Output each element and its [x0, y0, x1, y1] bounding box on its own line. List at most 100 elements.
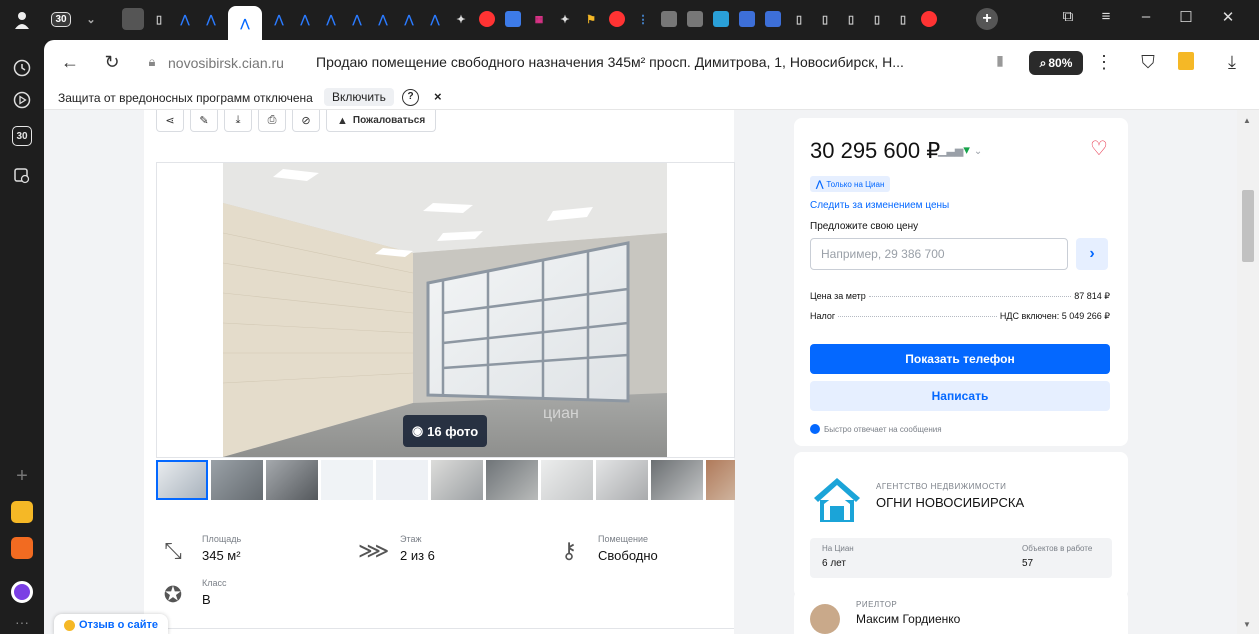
submit-offer-button[interactable]: ›: [1076, 238, 1108, 270]
tab-cian-2[interactable]: ⋀: [200, 8, 222, 30]
tab-cian-7[interactable]: ⋀: [372, 8, 394, 30]
minimize-icon[interactable]: –: [1134, 8, 1158, 25]
page-title[interactable]: Продаю помещение свободного назначения 3…: [316, 54, 966, 70]
follow-price-link[interactable]: Следить за изменением цены: [810, 200, 949, 211]
tab-counter-button[interactable]: 30: [50, 8, 72, 30]
profile-icon[interactable]: [10, 8, 34, 32]
tab-yandex-2[interactable]: [606, 8, 628, 30]
tab-camera-3[interactable]: [710, 8, 732, 30]
avatar[interactable]: [810, 604, 840, 634]
tab-mail-2[interactable]: [762, 8, 784, 30]
tab-cian-8[interactable]: ⋀: [398, 8, 420, 30]
close-infobar-icon[interactable]: ×: [434, 89, 442, 104]
tab-award[interactable]: ⚑: [580, 8, 602, 30]
tab-sparkle-2[interactable]: ✦: [554, 8, 576, 30]
tab-site[interactable]: [122, 8, 144, 30]
enable-protection-button[interactable]: Включить: [324, 88, 394, 106]
thumbnail[interactable]: [541, 460, 593, 500]
close-window-icon[interactable]: ✕: [1216, 8, 1240, 26]
tab-yandex-1[interactable]: [476, 8, 498, 30]
thumbnail[interactable]: [596, 460, 648, 500]
tab-cian-3[interactable]: ⋀: [268, 8, 290, 30]
tab-page-4[interactable]: ▯: [840, 8, 862, 30]
tab-page-3[interactable]: ▯: [814, 8, 836, 30]
thumbnail[interactable]: [651, 460, 703, 500]
tab-camera-1[interactable]: [658, 8, 680, 30]
chevron-down-icon[interactable]: ⌄: [80, 8, 102, 30]
new-tab-button[interactable]: +: [976, 8, 998, 30]
photo-gallery[interactable]: циан ◉ 16 фото: [156, 162, 735, 458]
share-button[interactable]: ⋖: [156, 110, 184, 132]
scrollbar-thumb[interactable]: [1242, 190, 1254, 262]
tab-camera-2[interactable]: [684, 8, 706, 30]
realtor-card[interactable]: РИЕЛТОР Максим Гордиенко: [794, 590, 1128, 634]
tab-page-6[interactable]: ▯: [892, 8, 914, 30]
play-icon[interactable]: [10, 88, 34, 112]
complain-button[interactable]: ▲ Пожаловаться: [326, 110, 437, 132]
print-button[interactable]: ⎙: [258, 110, 286, 132]
menu-icon[interactable]: ≡: [1094, 8, 1118, 25]
favorite-icon[interactable]: ♡: [1090, 136, 1108, 161]
tab-ozon[interactable]: ▦: [528, 8, 550, 30]
review-site-button[interactable]: Отзыв о сайте: [54, 614, 169, 634]
tab-page-5[interactable]: ▯: [866, 8, 888, 30]
notes-app-icon[interactable]: [10, 500, 34, 524]
help-icon[interactable]: ?: [402, 89, 419, 106]
tab-count-icon[interactable]: 30: [12, 126, 32, 146]
realtor-name[interactable]: Максим Гордиенко: [856, 612, 960, 626]
extension-c-icon[interactable]: [1174, 52, 1198, 75]
thumbnail[interactable]: [431, 460, 483, 500]
tab-chart[interactable]: ⋮: [632, 8, 654, 30]
thumbnail-floorplan[interactable]: [376, 460, 428, 500]
hide-button[interactable]: ⊘: [292, 110, 320, 132]
maximize-icon[interactable]: ☐: [1174, 8, 1198, 26]
alice-icon[interactable]: [10, 580, 34, 604]
lock-icon[interactable]: 🔒︎: [140, 54, 164, 70]
collections-icon[interactable]: ⧉: [1056, 8, 1080, 25]
history-icon[interactable]: [10, 56, 34, 80]
price-history-icon[interactable]: ▁▃▅▾ ⌄: [938, 142, 982, 158]
back-icon[interactable]: ←: [58, 52, 82, 73]
thumbnail[interactable]: [211, 460, 263, 500]
thumbnail[interactable]: [156, 460, 208, 500]
tab-cian-1[interactable]: ⋀: [174, 8, 196, 30]
extensions-icon[interactable]: ⛉: [1136, 52, 1160, 73]
scroll-up-icon[interactable]: ▲: [1243, 116, 1251, 125]
tab-page-2[interactable]: ▯: [788, 8, 810, 30]
tab-page[interactable]: ▯: [148, 8, 170, 30]
more-icon[interactable]: ···: [10, 610, 34, 634]
show-phone-button[interactable]: Показать телефон: [810, 344, 1110, 374]
url-domain[interactable]: novosibirsk.cian.ru: [168, 55, 284, 71]
download-button[interactable]: ⤓: [224, 110, 252, 132]
zoom-indicator[interactable]: ⌕ 80%: [1029, 51, 1083, 75]
download-icon[interactable]: ⤓: [1220, 52, 1244, 73]
bookmark-icon[interactable]: ▮: [988, 52, 1012, 69]
thumbnail[interactable]: [706, 460, 735, 500]
screenshot-icon[interactable]: [10, 164, 34, 188]
agency-logo[interactable]: [810, 470, 864, 524]
tab-cube[interactable]: [502, 8, 524, 30]
reload-icon[interactable]: ↻: [100, 52, 124, 73]
tab-cian-active[interactable]: ⋀: [228, 6, 262, 40]
photo-count-button[interactable]: ◉ 16 фото: [403, 415, 487, 447]
tab-cian-9[interactable]: ⋀: [424, 8, 446, 30]
edit-button[interactable]: ✎: [190, 110, 218, 132]
agency-card[interactable]: АГЕНТСТВО НЕДВИЖИМОСТИ ОГНИ НОВОСИБИРСКА…: [794, 452, 1128, 598]
thumbnail[interactable]: [486, 460, 538, 500]
tab-sparkle[interactable]: ✦: [450, 8, 472, 30]
mail-app-icon[interactable]: [10, 536, 34, 560]
write-message-button[interactable]: Написать: [810, 381, 1110, 411]
tab-cian-4[interactable]: ⋀: [294, 8, 316, 30]
agency-name[interactable]: ОГНИ НОВОСИБИРСКА: [876, 495, 1024, 510]
add-panel-icon[interactable]: +: [10, 464, 34, 488]
scroll-down-icon[interactable]: ▼: [1243, 620, 1251, 629]
page-scrollbar[interactable]: ▲ ▼: [1237, 110, 1259, 634]
more-options-icon[interactable]: ⋮: [1092, 52, 1116, 73]
tab-yandex-3[interactable]: [918, 8, 940, 30]
tab-mail-1[interactable]: [736, 8, 758, 30]
thumbnail-floorplan[interactable]: [321, 460, 373, 500]
offer-price-input[interactable]: Например, 29 386 700: [810, 238, 1068, 270]
thumbnail[interactable]: [266, 460, 318, 500]
main-photo[interactable]: циан: [223, 163, 667, 457]
tab-cian-6[interactable]: ⋀: [346, 8, 368, 30]
